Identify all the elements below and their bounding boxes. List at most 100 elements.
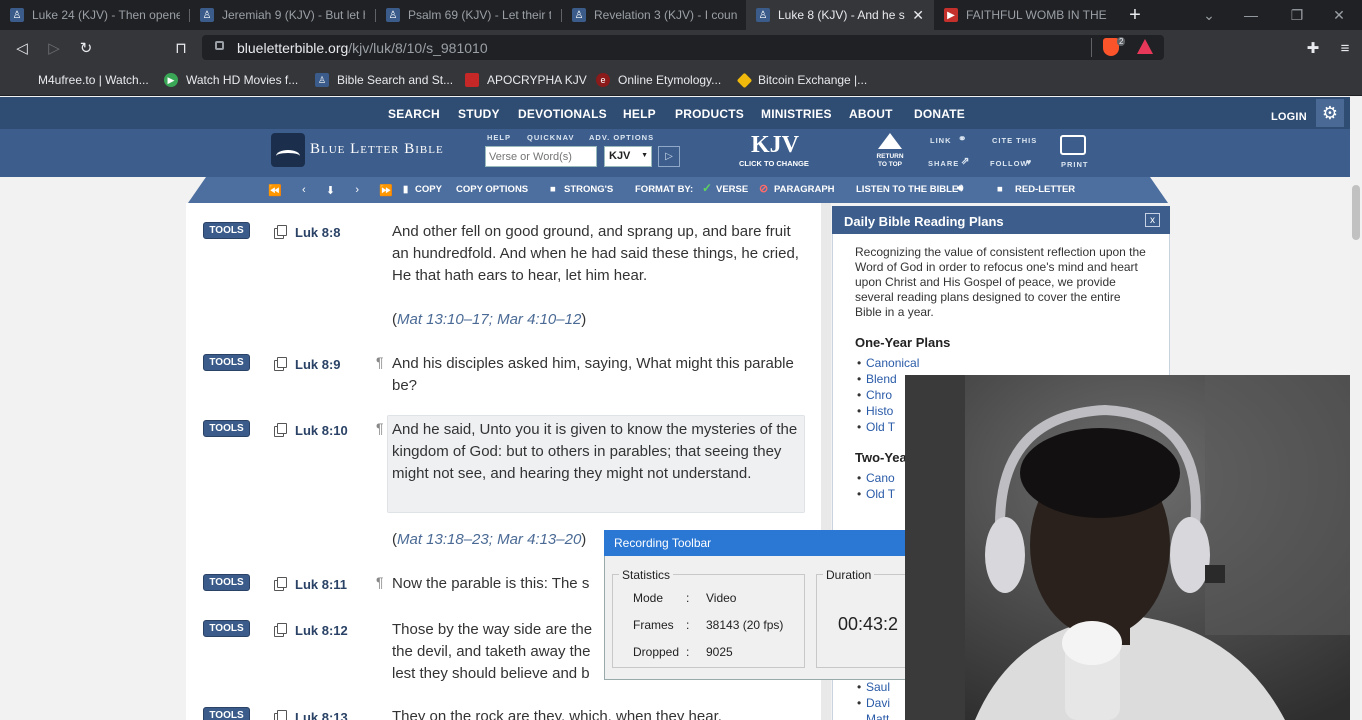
bookmark-bible-search[interactable]: ♙ Bible Search and St... [315,71,453,89]
tab-faithful-womb[interactable]: ▶ FAITHFUL WOMB IN THE B [934,0,1119,30]
plan-link[interactable]: Blend [857,372,897,386]
bookmark-m4ufree[interactable]: M4ufree.to | Watch... [14,71,149,89]
tools-button[interactable]: TOOLS [203,420,250,437]
adv-options-label[interactable]: ADV. OPTIONS [589,133,654,142]
copy-options-button[interactable]: COPY OPTIONS [456,184,528,195]
bookmark-icon[interactable]: ⊓ [170,37,192,59]
plan-link[interactable]: Canonical [857,356,919,370]
copy-verse-icon[interactable] [274,710,287,720]
prev-icon[interactable]: ‹ [302,184,306,196]
return-top-label[interactable]: RETURN TO TOP [872,153,908,169]
nav-search[interactable]: SEARCH [388,107,440,121]
verse-ref[interactable]: Luk 8:10 [295,423,348,438]
tools-button[interactable]: TOOLS [203,620,250,637]
copy-verse-icon[interactable] [274,577,287,591]
plan-link[interactable]: Old T [857,487,895,501]
plan-link[interactable]: Old T [857,420,895,434]
tools-button[interactable]: TOOLS [203,707,250,720]
follow-label[interactable]: FOLLOW [990,159,1029,168]
tab-luke-8[interactable]: ♙ Luke 8 (KJV) - And he s ✕ [746,0,934,30]
reload-icon[interactable]: ↻ [75,37,97,59]
nav-devotionals[interactable]: DEVOTIONALS [518,107,607,121]
speaker-icon[interactable]: 🔊︎ [957,183,963,194]
quicknav-label[interactable]: QUICKNAV [527,133,574,142]
red-letter-toggle[interactable]: RED-LETTER [1015,184,1075,195]
new-tab-icon[interactable]: + [1112,0,1158,30]
cite-label[interactable]: CITE THIS [992,136,1037,145]
nav-about[interactable]: ABOUT [849,107,893,121]
return-top-icon[interactable] [878,133,902,149]
paragraph-format-option[interactable]: PARAGRAPH [774,184,835,195]
cross-reference[interactable]: (Mat 13:18–23; Mar 4:13–20) [392,531,586,548]
print-label[interactable]: PRINT [1061,160,1089,169]
extensions-icon[interactable]: ✚ [1302,37,1324,59]
bookmark-bitcoin[interactable]: Bitcoin Exchange |... [736,71,867,89]
link-label[interactable]: LINK [930,136,952,145]
verse-ref[interactable]: Luk 8:8 [295,225,341,240]
copy-verse-icon[interactable] [274,423,287,437]
print-icon[interactable] [1060,135,1086,155]
search-input[interactable] [485,146,597,167]
copy-verse-icon[interactable] [274,357,287,371]
version-select[interactable]: KJV ▼ [604,146,652,167]
down-icon[interactable]: ⬇ [326,184,335,197]
login-link[interactable]: LOGIN [1271,111,1307,123]
close-tab-icon[interactable]: ✕ [912,7,924,24]
tab-psalm-69[interactable]: ♙ Psalm 69 (KJV) - Let their ta [376,0,561,30]
copy-button[interactable]: COPY [415,184,442,195]
tab-luke-24[interactable]: ♙ Luke 24 (KJV) - Then opene [0,0,190,30]
window-close-icon[interactable]: ✕ [1316,0,1362,30]
version-big[interactable]: KJV [751,132,799,159]
share-label[interactable]: SHARE [928,159,959,168]
url-text[interactable]: blueletterbible.org/kjv/luk/8/10/s_98101… [237,40,488,56]
settings-gear-icon[interactable]: ⚙ [1316,99,1344,127]
copy-verse-icon[interactable] [274,623,287,637]
plan-link[interactable]: Saul [857,680,890,694]
bookmark-etymology[interactable]: e Online Etymology... [596,71,721,89]
verse-ref[interactable]: Luk 8:12 [295,623,348,638]
help-label[interactable]: HELP [487,133,511,142]
strongs-checkbox-icon[interactable]: ■ [550,184,556,195]
strongs-toggle[interactable]: STRONG'S [564,184,613,195]
next-icon[interactable]: › [355,184,359,196]
tools-button[interactable]: TOOLS [203,574,250,591]
cross-reference[interactable]: (Mat 13:10–17; Mar 4:10–12) [392,311,586,328]
listen-button[interactable]: LISTEN TO THE BIBLE [856,184,958,195]
copy-verse-icon[interactable] [274,225,287,239]
back-icon[interactable]: ◁ [11,37,33,59]
red-letter-checkbox-icon[interactable]: ■ [997,184,1003,195]
plan-link[interactable]: Chro [857,388,892,402]
bookmark-apocrypha[interactable]: APOCRYPHA KJV [465,71,587,89]
share-icon[interactable]: ⇗ [961,156,970,167]
tab-revelation-3[interactable]: ♙ Revelation 3 (KJV) - I couns [562,0,747,30]
plan-link[interactable]: Histo [857,404,893,418]
tab-search-icon[interactable]: ⌄ [1186,0,1232,30]
version-hint[interactable]: CLICK TO CHANGE [739,159,809,168]
nav-study[interactable]: STUDY [458,107,500,121]
last-chapter-icon[interactable]: ⏩ [379,184,393,197]
logo-text[interactable]: Blue Letter Bible [310,141,444,158]
nav-donate[interactable]: DONATE [914,107,965,121]
first-chapter-icon[interactable]: ⏪ [268,184,282,197]
restore-icon[interactable]: ❐ [1274,0,1320,30]
bookmark-watch-hd[interactable]: ▶ Watch HD Movies f... [164,71,298,89]
minimize-icon[interactable]: — [1228,0,1274,30]
verse-ref[interactable]: Luk 8:11 [295,577,347,592]
nav-help[interactable]: HELP [623,107,656,121]
verse-ref[interactable]: Luk 8:13 [295,710,348,720]
plan-link[interactable]: Cano [857,471,895,485]
forward-icon[interactable]: ▷ [43,37,65,59]
nav-ministries[interactable]: MINISTRIES [761,107,832,121]
go-search-icon[interactable]: ▷ [658,146,680,167]
heart-icon[interactable]: ♥ [1026,157,1032,167]
link-icon[interactable]: ⚭ [958,134,967,145]
tab-jeremiah-9[interactable]: ♙ Jeremiah 9 (KJV) - But let h [190,0,375,30]
nav-products[interactable]: PRODUCTS [675,107,744,121]
panel-close-button[interactable]: x [1145,213,1160,227]
scrollbar-thumb[interactable] [1352,185,1360,240]
verse-format-option[interactable]: VERSE [716,184,748,195]
tools-button[interactable]: TOOLS [203,222,250,239]
plan-link[interactable]: Davi [857,696,890,710]
brave-rewards-icon[interactable] [1137,39,1153,54]
plan-link[interactable]: Matt [866,712,889,720]
